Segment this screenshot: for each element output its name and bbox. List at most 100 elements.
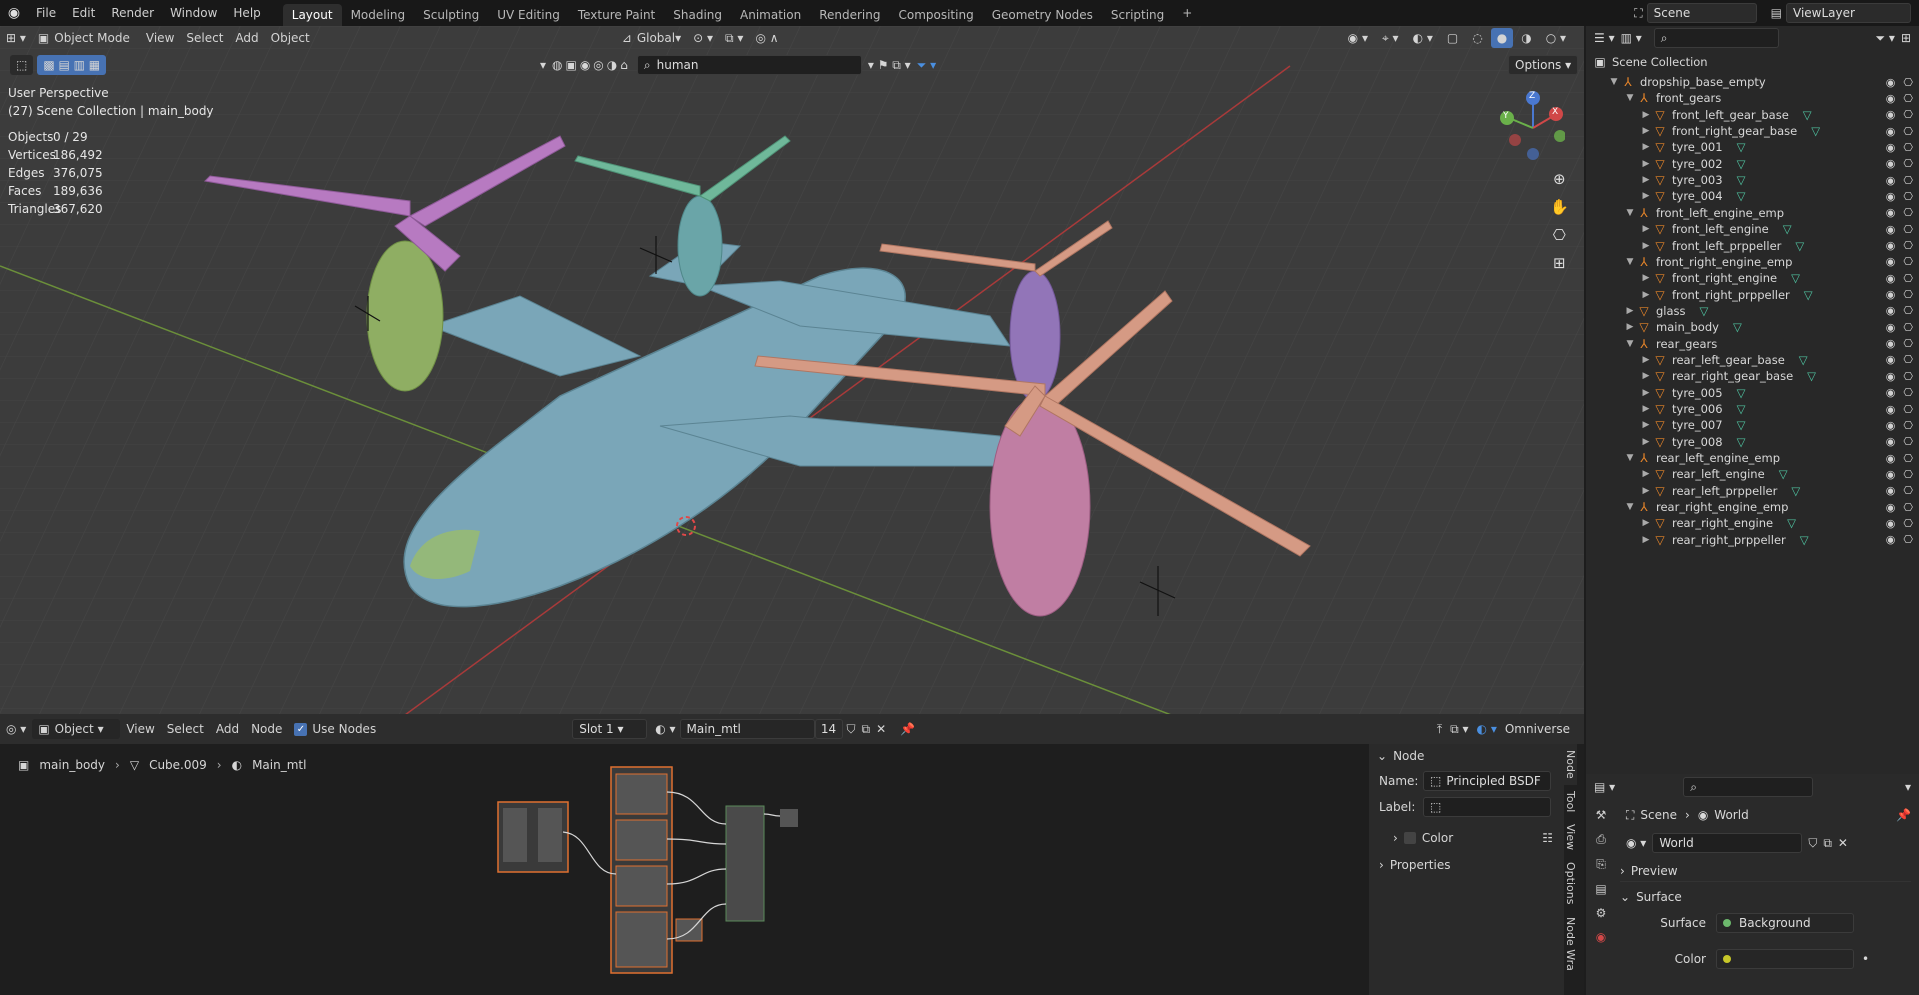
eye-visibility-icon[interactable]: ◉ xyxy=(1886,353,1896,366)
outliner-row[interactable]: ▶ ▽ rear_right_prppeller ▽ ◉ ⎔ xyxy=(1586,530,1919,550)
node-name-field[interactable]: ⬚ Principled BSDF xyxy=(1423,771,1551,791)
eye-visibility-icon[interactable]: ◉ xyxy=(1886,157,1896,170)
scene-icon[interactable]: ⛶ xyxy=(1634,6,1642,21)
chevron-right-icon[interactable]: ▶ xyxy=(1640,388,1652,398)
tool-tab-icon[interactable]: ⚒ xyxy=(1596,808,1607,822)
eye-visibility-icon[interactable]: ◉ xyxy=(1886,304,1896,317)
eye-visibility-icon[interactable]: ◉ xyxy=(1886,435,1896,448)
select-box-mode-icon[interactable]: ▩ ▤ ▥ ▦ xyxy=(37,55,107,75)
eye-visibility-icon[interactable]: ◉ xyxy=(1886,386,1896,399)
mesh-data-icon[interactable]: ▽ xyxy=(1737,157,1746,171)
mesh-data-icon[interactable]: ▽ xyxy=(1737,140,1746,154)
viewport-menu-object[interactable]: Object xyxy=(265,28,316,48)
chevron-right-icon[interactable]: ▶ xyxy=(1640,518,1652,528)
add-workspace-button[interactable]: + xyxy=(1173,2,1201,24)
camera-render-icon[interactable]: ⎔ xyxy=(1903,76,1913,89)
eye-visibility-icon[interactable]: ◉ xyxy=(1886,370,1896,383)
mesh-data-icon[interactable]: ▽ xyxy=(1700,304,1709,318)
orientation-selector[interactable]: ⊿ Global ▾ xyxy=(616,28,687,48)
camera-render-icon[interactable]: ⎔ xyxy=(1903,386,1913,399)
material-users-count[interactable]: 14 xyxy=(814,719,843,739)
tab-texture-paint[interactable]: Texture Paint xyxy=(569,4,664,26)
tool-select-icon[interactable]: ⬚ xyxy=(10,55,34,75)
node-editor-canvas[interactable]: ▣ main_body › ▽ Cube.009 › ◐ Main_mtl xyxy=(0,744,1584,995)
properties-search-input[interactable]: ⌕ xyxy=(1683,777,1814,797)
properties-subpanel-header[interactable]: › Properties xyxy=(1369,852,1569,878)
duplicate-icon[interactable]: ⧉ xyxy=(1823,836,1832,851)
view-layer-icon[interactable]: ▤ xyxy=(1771,6,1782,20)
chevron-down-icon[interactable]: ▼ xyxy=(1624,502,1636,512)
mesh-data-icon[interactable]: ▽ xyxy=(1783,222,1792,236)
node-editor-type-button[interactable]: ◎ ▾ xyxy=(0,719,32,739)
bookmark-icon[interactable]: ▾ ⚑ ⧉ ▾ xyxy=(868,58,911,73)
sidebar-tab-node-wra[interactable]: Node Wra xyxy=(1564,911,1577,977)
navigation-gizmo[interactable]: Z X Y xyxy=(1495,88,1566,168)
camera-render-icon[interactable]: ⎔ xyxy=(1903,108,1913,121)
camera-render-icon[interactable]: ⎔ xyxy=(1903,517,1913,530)
camera-render-icon[interactable]: ⎔ xyxy=(1903,223,1913,236)
camera-render-icon[interactable]: ⎔ xyxy=(1903,288,1913,301)
node-menu-select[interactable]: Select xyxy=(161,719,210,739)
camera-render-icon[interactable]: ⎔ xyxy=(1903,419,1913,432)
eye-visibility-icon[interactable]: ◉ xyxy=(1886,272,1896,285)
chevron-right-icon[interactable]: ▶ xyxy=(1640,126,1652,136)
mesh-data-icon[interactable]: ▽ xyxy=(1800,533,1809,547)
chevron-down-icon[interactable]: ▼ xyxy=(1624,257,1636,267)
eye-visibility-icon[interactable]: ◉ xyxy=(1886,76,1896,89)
editor-type-button[interactable]: ⊞ ▾ xyxy=(0,28,32,48)
chevron-right-icon[interactable]: ▶ xyxy=(1640,241,1652,251)
chevron-right-icon[interactable]: ▶ xyxy=(1624,306,1636,316)
eye-visibility-icon[interactable]: ◉ xyxy=(1886,174,1896,187)
camera-render-icon[interactable]: ⎔ xyxy=(1903,337,1913,350)
menu-edit[interactable]: Edit xyxy=(64,0,103,26)
mesh-data-icon[interactable]: ▽ xyxy=(1779,467,1788,481)
chevron-right-icon[interactable]: ▶ xyxy=(1640,355,1652,365)
render-tab-icon[interactable]: ⎙ xyxy=(1596,832,1606,847)
filter-icon[interactable]: ⏷ ▾ xyxy=(1875,31,1894,46)
camera-render-icon[interactable]: ⎔ xyxy=(1903,452,1913,465)
node-menu-node[interactable]: Node xyxy=(245,719,288,739)
wireframe-shading-button[interactable]: ◌ xyxy=(1466,28,1488,48)
snap-button[interactable]: ⧉ ▾ xyxy=(719,28,749,48)
eye-visibility-icon[interactable]: ◉ xyxy=(1886,92,1896,105)
chevron-right-icon[interactable]: ▶ xyxy=(1624,322,1636,332)
menu-render[interactable]: Render xyxy=(103,0,162,26)
eye-visibility-icon[interactable]: ◉ xyxy=(1886,206,1896,219)
tab-compositing[interactable]: Compositing xyxy=(889,4,982,26)
eye-visibility-icon[interactable]: ◉ xyxy=(1886,255,1896,268)
properties-editor-icon[interactable]: ▤ ▾ xyxy=(1594,780,1615,794)
camera-render-icon[interactable]: ⎔ xyxy=(1903,501,1913,514)
camera-render-icon[interactable]: ⎔ xyxy=(1903,92,1913,105)
shading-filter-icons[interactable]: ◍▣◉◎◑⌂ xyxy=(552,58,631,72)
chevron-right-icon[interactable]: ▶ xyxy=(1640,175,1652,185)
mesh-data-icon[interactable]: ▽ xyxy=(1807,369,1816,383)
viewport-scene[interactable] xyxy=(0,26,1584,714)
mesh-data-icon[interactable]: ▽ xyxy=(1737,189,1746,203)
camera-render-icon[interactable]: ⎔ xyxy=(1903,484,1913,497)
eye-visibility-icon[interactable]: ◉ xyxy=(1886,468,1896,481)
mesh-data-icon[interactable]: ▽ xyxy=(1803,108,1812,122)
display-mode-icon[interactable]: ▥ ▾ xyxy=(1621,31,1642,45)
visibility-button[interactable]: ◉ ▾ xyxy=(1342,28,1374,48)
mesh-data-icon[interactable]: ▽ xyxy=(1804,288,1813,302)
color-subpanel-header[interactable]: › Color ☷ xyxy=(1369,824,1569,852)
close-icon[interactable]: ✕ xyxy=(876,722,886,736)
camera-render-icon[interactable]: ⎔ xyxy=(1903,435,1913,448)
mesh-data-icon[interactable]: ▽ xyxy=(1737,173,1746,187)
camera-render-icon[interactable]: ⎔ xyxy=(1903,321,1913,334)
outliner-editor-icon[interactable]: ☰ ▾ xyxy=(1594,31,1615,45)
chevron-right-icon[interactable]: ▶ xyxy=(1640,404,1652,414)
view-layer-selector[interactable]: ViewLayer xyxy=(1786,3,1911,23)
eye-visibility-icon[interactable]: ◉ xyxy=(1886,288,1896,301)
snap-icon[interactable]: ⧉ ▾ xyxy=(1450,722,1468,737)
eye-visibility-icon[interactable]: ◉ xyxy=(1886,223,1896,236)
chevron-right-icon[interactable]: ▶ xyxy=(1640,273,1652,283)
chevron-down-icon[interactable]: ▾ xyxy=(1905,780,1919,794)
world-icon[interactable]: ◉ ▾ xyxy=(1626,836,1646,850)
tab-geometry-nodes[interactable]: Geometry Nodes xyxy=(983,4,1102,26)
viewport-menu-add[interactable]: Add xyxy=(229,28,264,48)
xray-button[interactable]: ▢ xyxy=(1441,28,1464,48)
world-name-field[interactable]: World xyxy=(1652,833,1803,853)
chevron-right-icon[interactable]: ▶ xyxy=(1640,191,1652,201)
world-tab-icon[interactable]: ◉ xyxy=(1596,930,1606,944)
